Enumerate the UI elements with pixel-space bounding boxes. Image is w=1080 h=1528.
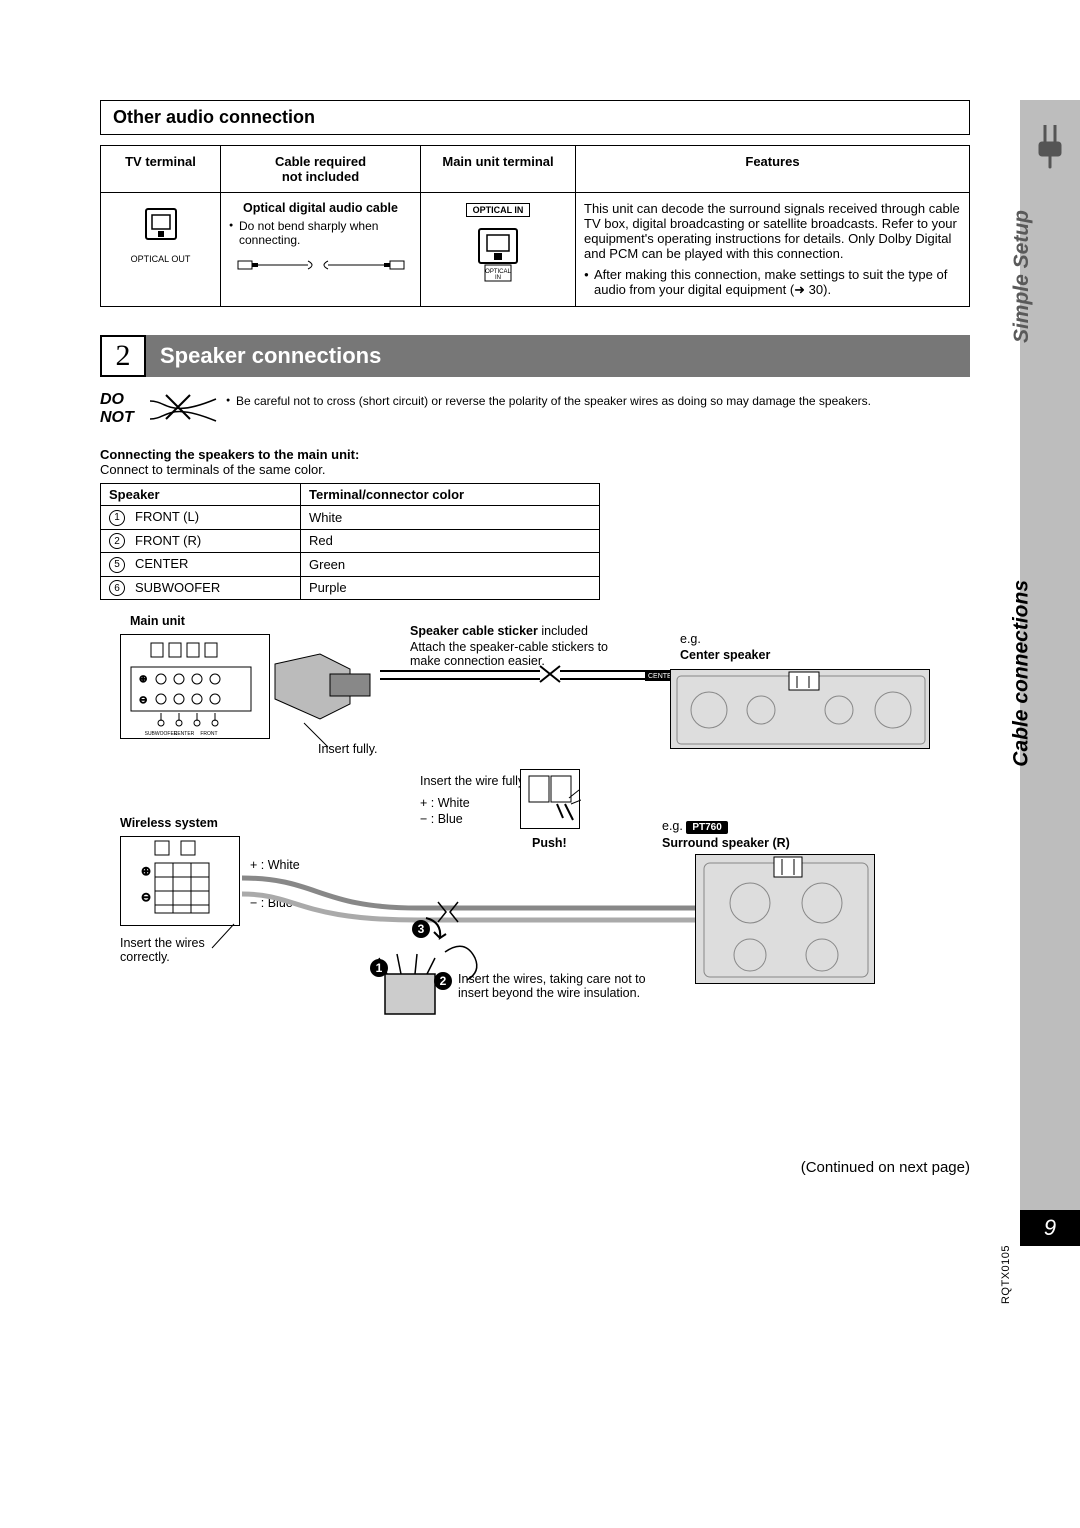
main-content: Other audio connection TV terminal Cable… xyxy=(100,100,970,1174)
connecting-subheading: Connecting the speakers to the main unit… xyxy=(100,447,970,462)
connecting-subtext: Connect to terminals of the same color. xyxy=(100,462,970,477)
features-paragraph: This unit can decode the surround signal… xyxy=(584,201,961,261)
row-name: CENTER xyxy=(135,556,188,571)
features-bullet-1: After making this connection, make setti… xyxy=(584,267,961,298)
page-root: Simple Setup Cable connections 9 RQTX010… xyxy=(0,0,1080,1528)
row-num: 1 xyxy=(109,510,125,526)
center-speaker-box xyxy=(670,669,930,749)
surround-speaker-box xyxy=(695,854,875,984)
table-row: 5 CENTER Green xyxy=(101,553,600,577)
step-title: Speaker connections xyxy=(146,335,970,377)
row-name: SUBWOOFER xyxy=(135,580,220,595)
wiring-diagram: Main unit ⊕ ⊖ SUBWOOFER CENTER xyxy=(100,614,970,1174)
row-name: FRONT (L) xyxy=(135,509,199,524)
eg-text: e.g. xyxy=(662,819,683,833)
main-unit-terminal-box: ⊕ ⊖ SUBWOOFER CENTER FRONT xyxy=(120,634,270,739)
label-wireless: Wireless system xyxy=(120,816,218,830)
optical-in-icon: OPTICALIN xyxy=(473,227,523,286)
th-tv-terminal: TV terminal xyxy=(101,146,221,193)
leader-line-2-icon xyxy=(210,920,240,950)
do-not-label: DO NOT xyxy=(100,391,148,427)
eg-label-1: e.g. xyxy=(680,632,701,646)
leader-line-icon xyxy=(300,719,330,749)
row-color: White xyxy=(301,506,600,530)
svg-text:CENTER: CENTER xyxy=(174,731,195,737)
svg-text:⊕: ⊕ xyxy=(141,864,151,878)
th-terminal-color: Terminal/connector color xyxy=(301,484,600,506)
svg-text:⊕: ⊕ xyxy=(139,674,147,685)
label-insert-wire-fully: Insert the wire fully. xyxy=(420,774,527,788)
table-row: 1 FRONT (L) White xyxy=(101,506,600,530)
step-bar: 2 Speaker connections xyxy=(100,335,970,377)
sticker-bold: Speaker cable sticker xyxy=(410,624,538,638)
other-audio-table: TV terminal Cable required not included … xyxy=(100,145,970,307)
cable-icon xyxy=(1032,120,1068,170)
table-row: 6 SUBWOOFER Purple xyxy=(101,576,600,600)
arrow-down-icon xyxy=(420,914,450,944)
sticker-rest: included xyxy=(538,624,588,638)
th-cable-required-text: Cable required not included xyxy=(275,154,366,184)
label-surround-r: Surround speaker (R) xyxy=(662,836,790,850)
row-num: 5 xyxy=(109,557,125,573)
row-num: 2 xyxy=(109,533,125,549)
side-section-simple-setup: Simple Setup xyxy=(1010,210,1034,343)
heading-other-audio: Other audio connection xyxy=(100,100,970,135)
label-push: Push! xyxy=(532,836,567,850)
eg-label-2: e.g. PT760 xyxy=(662,819,728,834)
label-main-unit: Main unit xyxy=(130,614,185,628)
th-features: Features xyxy=(576,146,970,193)
cell-cable-required: Optical digital audio cable Do not bend … xyxy=(221,193,421,307)
page-number: 9 xyxy=(1020,1210,1080,1246)
do-not-bullet: Be careful not to cross (short circuit) … xyxy=(226,391,970,408)
cell-tv-terminal: OPTICAL OUT xyxy=(101,193,221,307)
th-cable-required: Cable required not included xyxy=(221,146,421,193)
wireless-terminal-box: ⊕⊖ xyxy=(120,836,240,926)
svg-text:IN: IN xyxy=(495,275,501,281)
do-not-text: Be careful not to cross (short circuit) … xyxy=(226,394,871,408)
optical-in-badge: OPTICAL IN xyxy=(466,203,531,217)
cable-note: Do not bend sharply when connecting. xyxy=(229,219,412,247)
optical-out-label: OPTICAL OUT xyxy=(109,254,212,264)
cell-main-terminal: OPTICAL IN OPTICALIN xyxy=(421,193,576,307)
row-color: Red xyxy=(301,529,600,553)
row-name: FRONT (R) xyxy=(135,533,201,548)
label-plus-white-2: + : White xyxy=(420,796,470,810)
optical-out-icon xyxy=(140,205,182,250)
row-color: Green xyxy=(301,553,600,577)
manual-code: RQTX0105 xyxy=(1000,1245,1012,1304)
do-not-block: DO NOT Be careful not to cross (short ci… xyxy=(100,391,970,429)
step2-text: Insert the wires, taking care not to ins… xyxy=(458,972,658,1000)
side-section-cable-connections: Cable connections xyxy=(1010,580,1034,767)
label-minus-blue-2: − : Blue xyxy=(420,812,463,826)
svg-text:⊖: ⊖ xyxy=(139,695,147,706)
sticker-note: Attach the speaker-cable stickers to mak… xyxy=(410,640,640,668)
th-main-unit-terminal: Main unit terminal xyxy=(421,146,576,193)
crossed-wires-icon xyxy=(148,391,218,429)
connector-main-icon xyxy=(270,644,390,734)
model-pill: PT760 xyxy=(686,821,727,834)
cell-features: This unit can decode the surround signal… xyxy=(576,193,970,307)
cable-name: Optical digital audio cable xyxy=(229,201,412,215)
optical-cable-icon xyxy=(236,255,406,275)
th-speaker: Speaker xyxy=(101,484,301,506)
table-row: 2 FRONT (R) Red xyxy=(101,529,600,553)
svg-text:⊖: ⊖ xyxy=(141,890,151,904)
row-color: Purple xyxy=(301,576,600,600)
step-number: 2 xyxy=(100,335,146,377)
continued-note: (Continued on next page) xyxy=(100,1159,970,1176)
speaker-color-table: Speaker Terminal/connector color 1 FRONT … xyxy=(100,483,600,600)
sticker-line: Speaker cable sticker included xyxy=(410,624,588,638)
svg-text:FRONT: FRONT xyxy=(200,731,217,737)
label-center-speaker: Center speaker xyxy=(680,648,770,662)
push-terminal-box xyxy=(520,769,580,829)
row-num: 6 xyxy=(109,580,125,596)
